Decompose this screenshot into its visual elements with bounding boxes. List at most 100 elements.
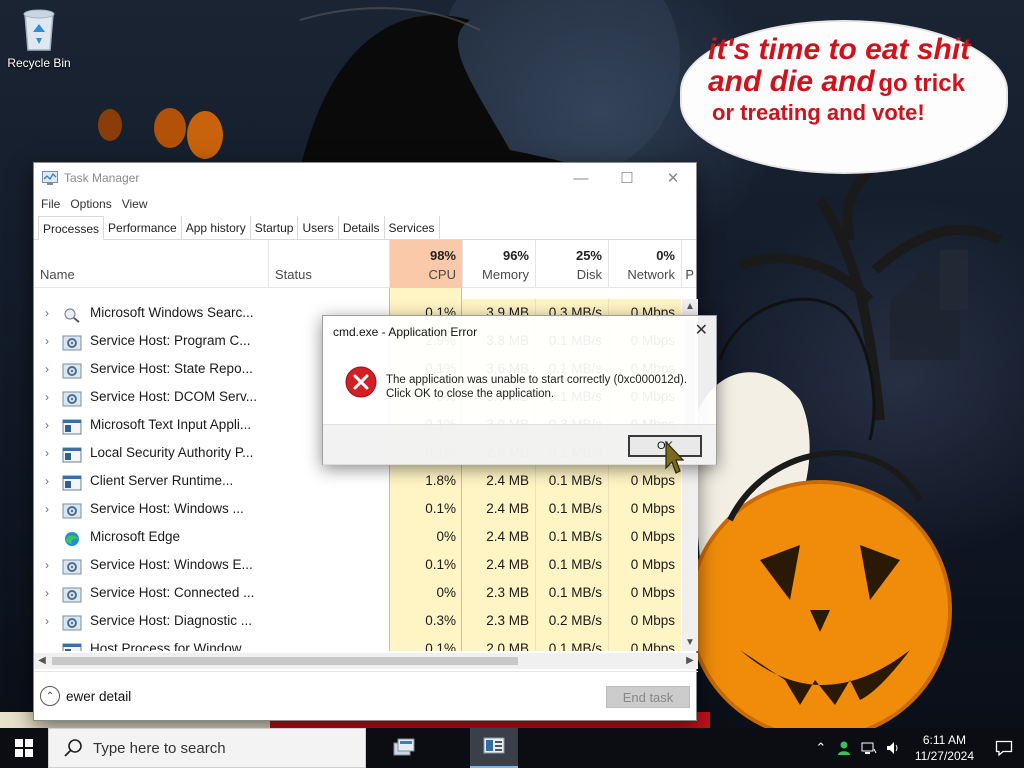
column-header-network[interactable]: 0% Network [608,240,681,288]
expand-chevron-icon[interactable]: › [40,411,54,439]
tab-strip: Processes Performance App history Startu… [34,216,696,240]
app-window-icon [62,417,82,435]
horizontal-scrollbar[interactable]: ◀ ▶ [34,653,698,669]
memory-total-percent: 96% [502,248,529,263]
expand-chevron-icon[interactable]: › [40,299,54,327]
process-name-cell: Microsoft Edge [40,523,268,551]
table-row[interactable]: Microsoft Edge 0% 2.4 MB 0.1 MB/s 0 Mbps [34,523,682,551]
volume-icon[interactable] [881,728,905,768]
service-host-gear-icon [62,557,82,575]
table-row[interactable]: › Service Host: Windows ... 0.1% 2.4 MB 0.1 … [34,495,682,523]
memory-value: 2.3 MB [486,613,529,628]
network-value: 0 Mbps [630,557,675,572]
tab-processes[interactable]: Processes [38,216,105,240]
process-name: Service Host: DCOM Serv... [90,389,258,404]
scroll-down-arrow-icon[interactable]: ▼ [682,635,698,651]
close-button[interactable]: ✕ [650,163,696,193]
process-name-cell: › Service Host: State Repo... [40,355,268,383]
column-header-power[interactable]: P [681,240,698,288]
expand-chevron-icon[interactable]: › [40,355,54,383]
user-account-icon[interactable] [833,728,857,768]
process-name: Service Host: Program C... [90,333,251,348]
process-name: Client Server Runtime... [90,473,234,488]
table-row[interactable]: › Service Host: Connected ... 0% 2.3 MB 0.1 … [34,579,682,607]
network-icon[interactable] [857,728,881,768]
expand-chevron-icon[interactable]: › [40,579,54,607]
tab-users[interactable]: Users [298,216,339,240]
column-header-status[interactable]: Status [268,240,389,288]
process-name-cell: › Service Host: DCOM Serv... [40,383,268,411]
menu-file[interactable]: File [36,197,65,211]
horizontal-scroll-thumb[interactable] [52,657,518,665]
table-row[interactable]: Host Process for Window... 0.1% 2.0 MB 0.1 … [34,635,682,651]
taskbar-clock[interactable]: 6:11 AM 11/27/2024 [905,732,984,764]
recycle-bin-shortcut[interactable]: Recycle Bin [4,6,74,70]
disk-value: 0.1 MB/s [548,501,602,516]
app-window-icon [62,641,82,651]
table-row[interactable]: › Service Host: Diagnostic ... 0.3% 2.3 MB 0… [34,607,682,635]
taskbar-app-task-manager[interactable] [470,728,518,768]
network-value: 0 Mbps [630,641,675,651]
task-manager-icon [483,737,505,754]
table-row[interactable]: › Service Host: Windows E... 0.1% 2.4 MB 0.1… [34,551,682,579]
disk-value: 0.1 MB/s [548,585,602,600]
process-name-cell: › Service Host: Program C... [40,327,268,355]
tab-app-history[interactable]: App history [182,216,251,240]
dialog-message: The application was unable to start corr… [386,373,687,401]
disk-value: 0.1 MB/s [548,641,602,651]
column-header-disk[interactable]: 25% Disk [535,240,608,288]
process-name: Microsoft Windows Searc... [90,305,254,320]
expand-chevron-icon[interactable]: › [40,439,54,467]
expand-chevron-icon[interactable]: › [40,551,54,579]
scroll-left-arrow-icon[interactable]: ◀ [34,653,50,669]
action-center-button[interactable] [984,728,1024,768]
dialog-close-button[interactable]: ✕ [695,320,708,340]
fewer-details-label: ewer detail [66,688,132,704]
disk-value: 0.1 MB/s [548,557,602,572]
expand-chevron-icon[interactable]: › [40,495,54,523]
minimize-button[interactable]: — [558,163,604,193]
end-task-button[interactable]: End task [606,686,690,708]
cpu-value: 0% [436,529,456,544]
column-header-name[interactable]: Name [34,240,268,288]
application-error-dialog: cmd.exe - Application Error ✕ The applic… [322,315,717,465]
recycle-bin-label: Recycle Bin [7,56,71,70]
tab-services[interactable]: Services [385,216,440,240]
menu-options[interactable]: Options [65,197,116,211]
disk-value: 0.2 MB/s [548,613,602,628]
recycle-bin-icon [23,9,55,51]
memory-value: 2.4 MB [486,473,529,488]
process-name: Service Host: Windows E... [90,557,253,572]
disk-value: 0.1 MB/s [548,473,602,488]
tab-details[interactable]: Details [339,216,385,240]
cpu-value: 0.1% [425,501,456,516]
show-hidden-icons-chevron-icon[interactable]: ⌃ [809,728,833,768]
column-header-memory[interactable]: 96% Memory [462,240,535,288]
service-host-gear-icon [62,613,82,631]
process-name: Microsoft Edge [90,529,181,544]
dialog-button-bar: OK [323,424,716,465]
expand-chevron-icon[interactable]: › [40,607,54,635]
taskbar-app-unknown[interactable] [380,728,428,768]
scroll-up-arrow-icon[interactable]: ▲ [682,299,698,315]
menu-view[interactable]: View [117,197,153,211]
cpu-total-percent: 98% [429,248,456,263]
column-header-cpu[interactable]: 98% CPU [389,240,462,288]
memory-value: 2.0 MB [486,641,529,651]
maximize-button[interactable]: ☐ [604,163,650,193]
expand-chevron-icon[interactable]: › [40,383,54,411]
title-bar[interactable]: Task Manager — ☐ ✕ [34,163,696,193]
expand-chevron-icon[interactable]: › [40,327,54,355]
tab-performance[interactable]: Performance [104,216,182,240]
start-button[interactable] [0,728,48,768]
scroll-right-arrow-icon[interactable]: ▶ [682,653,698,669]
process-name-cell: › Microsoft Windows Searc... [40,299,268,327]
fewer-details-toggle[interactable]: ⌃ ewer detail [40,686,131,706]
taskbar-search-box[interactable]: Type here to search [48,728,366,768]
tab-startup[interactable]: Startup [251,216,299,240]
service-host-gear-icon [62,361,82,379]
expand-chevron-icon[interactable]: › [40,467,54,495]
app-window-icon [62,473,82,491]
search-indexer-icon [62,305,82,323]
table-row[interactable]: › Client Server Runtime... 1.8% 2.4 MB 0.1 M… [34,467,682,495]
